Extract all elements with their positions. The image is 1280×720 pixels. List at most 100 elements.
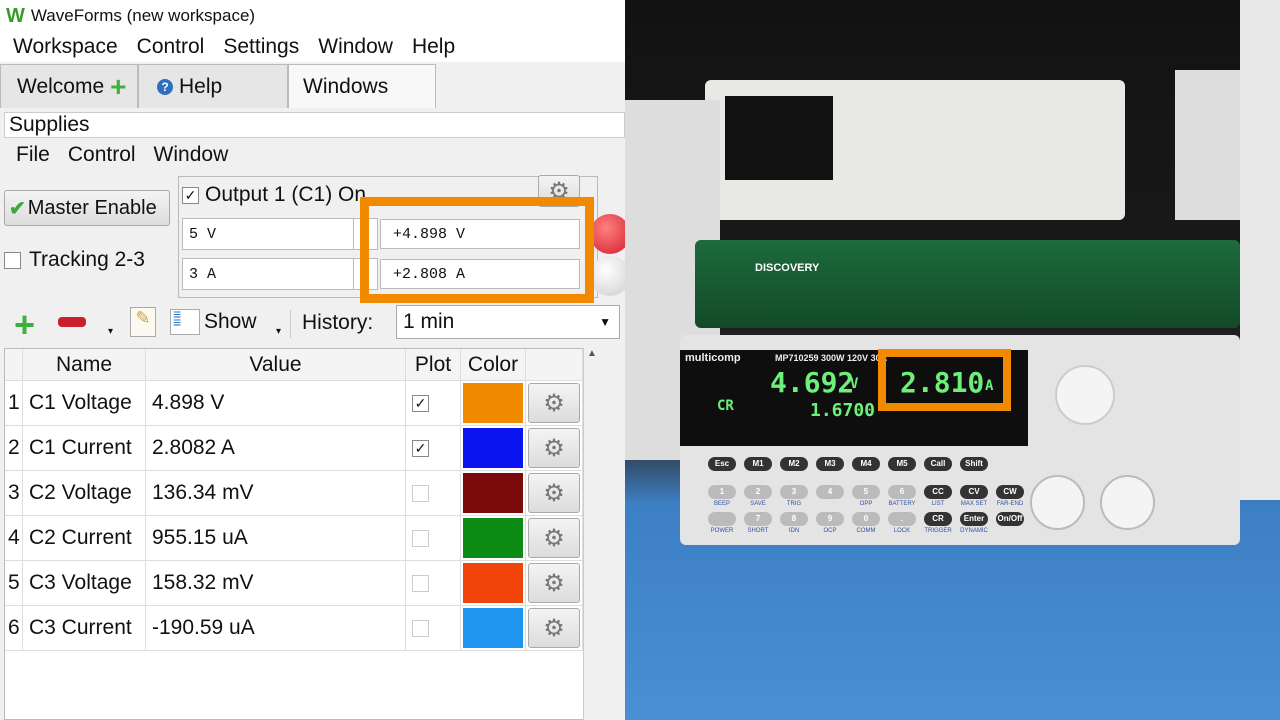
brand-label: multicomp bbox=[685, 352, 741, 364]
menu-file[interactable]: File bbox=[16, 143, 50, 167]
current-led-indicator bbox=[590, 256, 625, 296]
menu-workspace[interactable]: Workspace bbox=[13, 35, 118, 59]
channel-settings-button[interactable]: ⚙ bbox=[528, 428, 580, 468]
table-row[interactable]: 1 C1 Voltage 4.898 V ✓ ⚙ bbox=[5, 381, 583, 426]
tab-welcome[interactable]: Welcome + bbox=[0, 64, 138, 108]
table-scrollbar[interactable]: ▲ bbox=[583, 348, 600, 720]
menu-control[interactable]: Control bbox=[137, 35, 205, 59]
list-icon[interactable]: ≡ ≡ bbox=[170, 307, 200, 335]
settings-cell: ⚙ bbox=[526, 606, 583, 650]
button-label: Master Enable bbox=[27, 196, 157, 219]
panel-menu: File Control Window bbox=[0, 140, 625, 170]
plot-checkbox[interactable] bbox=[412, 619, 429, 637]
highlight-box bbox=[878, 349, 1011, 411]
plot-checkbox[interactable] bbox=[412, 574, 429, 592]
plot-checkbox-cell bbox=[406, 516, 461, 560]
history-select[interactable]: 1 min ▼ bbox=[396, 305, 620, 339]
menu-control[interactable]: Control bbox=[68, 143, 136, 167]
keypad-button: 2 bbox=[744, 485, 772, 499]
table-row[interactable]: 6 C3 Current -190.59 uA ⚙ bbox=[5, 606, 583, 651]
keypad-button: 4 bbox=[816, 485, 844, 499]
tab-help[interactable]: ? Help bbox=[138, 64, 288, 108]
keypad-button: CC bbox=[924, 485, 952, 499]
row-index: 2 bbox=[5, 426, 23, 470]
add-channel-icon[interactable]: + bbox=[14, 307, 35, 343]
row-index: 1 bbox=[5, 381, 23, 425]
channel-settings-button[interactable]: ⚙ bbox=[528, 563, 580, 603]
edit-icon[interactable]: ✎ bbox=[130, 307, 156, 337]
tab-label: Welcome bbox=[17, 74, 105, 98]
channel-settings-button[interactable]: ⚙ bbox=[528, 473, 580, 513]
channel-name: C3 Current bbox=[23, 606, 146, 650]
table-row[interactable]: 5 C3 Voltage 158.32 mV ⚙ bbox=[5, 561, 583, 606]
keypad-button: 0 bbox=[852, 512, 880, 526]
add-tab-icon[interactable]: + bbox=[110, 72, 126, 101]
keypad-label: OPP bbox=[859, 501, 873, 507]
output1-toggle[interactable]: ✓ Output 1 (C1) On bbox=[182, 183, 366, 207]
checkbox[interactable] bbox=[4, 251, 21, 269]
voltage-set-field[interactable]: 5 V bbox=[182, 218, 354, 250]
plot-checkbox[interactable] bbox=[412, 484, 429, 502]
tracking-checkbox[interactable]: Tracking 2-3 bbox=[4, 248, 145, 272]
menu-window[interactable]: Window bbox=[154, 143, 229, 167]
channel-value: -190.59 uA bbox=[146, 606, 406, 650]
monitor bbox=[1240, 0, 1280, 500]
discovery-device bbox=[695, 240, 1240, 328]
color-swatch[interactable] bbox=[463, 383, 523, 423]
history-value: 1 min bbox=[403, 310, 455, 333]
table-header: Name Value Plot Color bbox=[5, 349, 583, 381]
table-row[interactable]: 2 C1 Current 2.8082 A ✓ ⚙ bbox=[5, 426, 583, 471]
scroll-up-icon[interactable]: ▲ bbox=[584, 348, 600, 359]
tab-windows[interactable]: Windows bbox=[288, 64, 436, 108]
keypad-button: M4 bbox=[852, 457, 880, 471]
help-icon: ? bbox=[157, 78, 173, 95]
channel-settings-button[interactable]: ⚙ bbox=[528, 608, 580, 648]
keypad-label: DYNAMIC bbox=[960, 528, 988, 534]
color-swatch[interactable] bbox=[463, 428, 523, 468]
plot-checkbox[interactable]: ✓ bbox=[412, 394, 429, 412]
menu-window[interactable]: Window bbox=[318, 35, 393, 59]
keypad-button: M5 bbox=[888, 457, 916, 471]
header-plot[interactable]: Plot bbox=[406, 349, 461, 380]
color-swatch[interactable] bbox=[463, 518, 523, 558]
header-value[interactable]: Value bbox=[146, 349, 406, 380]
keypad-button: 3 bbox=[780, 485, 808, 499]
menu-settings[interactable]: Settings bbox=[223, 35, 299, 59]
history-label: History: bbox=[302, 311, 374, 334]
table-row[interactable]: 4 C2 Current 955.15 uA ⚙ bbox=[5, 516, 583, 561]
keypad-label: POWER bbox=[710, 528, 734, 534]
checkbox[interactable]: ✓ bbox=[182, 186, 199, 204]
current-set-field[interactable]: 3 A bbox=[182, 258, 354, 290]
header-color[interactable]: Color bbox=[461, 349, 526, 380]
table-row[interactable]: 3 C2 Voltage 136.34 mV ⚙ bbox=[5, 471, 583, 516]
keypad-button: 6 bbox=[888, 485, 916, 499]
row-index: 6 bbox=[5, 606, 23, 650]
voltage-unit: V bbox=[850, 376, 859, 392]
terminal-knob bbox=[1100, 475, 1155, 530]
remove-channel-icon[interactable] bbox=[58, 317, 86, 327]
app-logo-icon: W bbox=[6, 4, 25, 27]
color-swatch[interactable] bbox=[463, 563, 523, 603]
show-button[interactable]: Show bbox=[204, 310, 257, 334]
channel-value: 136.34 mV bbox=[146, 471, 406, 515]
color-swatch[interactable] bbox=[463, 608, 523, 648]
dropdown-arrow-icon[interactable]: ▾ bbox=[276, 326, 281, 337]
channel-name: C1 Voltage bbox=[23, 381, 146, 425]
output1-label: Output 1 (C1) On bbox=[205, 183, 367, 206]
menu-help[interactable]: Help bbox=[412, 35, 455, 59]
channel-name: C2 Current bbox=[23, 516, 146, 560]
keypad-button: 8 bbox=[780, 512, 808, 526]
keypad-label: IDN bbox=[788, 528, 800, 534]
plot-checkbox[interactable] bbox=[412, 529, 429, 547]
color-cell bbox=[461, 471, 526, 515]
plot-checkbox-cell bbox=[406, 606, 461, 650]
plot-checkbox[interactable]: ✓ bbox=[412, 439, 429, 457]
header-name[interactable]: Name bbox=[23, 349, 146, 380]
dropdown-arrow-icon[interactable]: ▾ bbox=[108, 326, 113, 337]
master-enable-button[interactable]: ✔ Master Enable bbox=[4, 190, 170, 226]
channel-name: C1 Current bbox=[23, 426, 146, 470]
channel-settings-button[interactable]: ⚙ bbox=[528, 518, 580, 558]
channel-settings-button[interactable]: ⚙ bbox=[528, 383, 580, 423]
color-swatch[interactable] bbox=[463, 473, 523, 513]
highlight-box bbox=[360, 197, 594, 303]
